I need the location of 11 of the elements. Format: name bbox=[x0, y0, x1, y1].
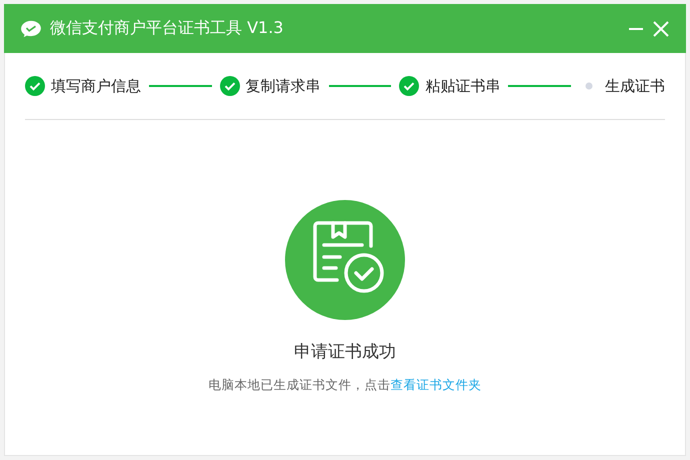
open-folder-link[interactable]: 查看证书文件夹 bbox=[390, 377, 482, 392]
success-message: 电脑本地已生成证书文件，点击 bbox=[208, 377, 390, 392]
success-heading: 申请证书成功 bbox=[294, 341, 396, 363]
step-label: 粘贴证书串 bbox=[425, 76, 500, 96]
window-title: 微信支付商户平台证书工具 V1.3 bbox=[50, 18, 284, 39]
chat-bubble-icon bbox=[20, 20, 42, 38]
step-label: 填写商户信息 bbox=[51, 76, 141, 96]
certificate-success-icon bbox=[285, 200, 405, 320]
close-icon[interactable] bbox=[652, 20, 670, 38]
step-label: 生成证书 bbox=[605, 76, 666, 96]
step-label: 复制请求串 bbox=[246, 76, 321, 96]
